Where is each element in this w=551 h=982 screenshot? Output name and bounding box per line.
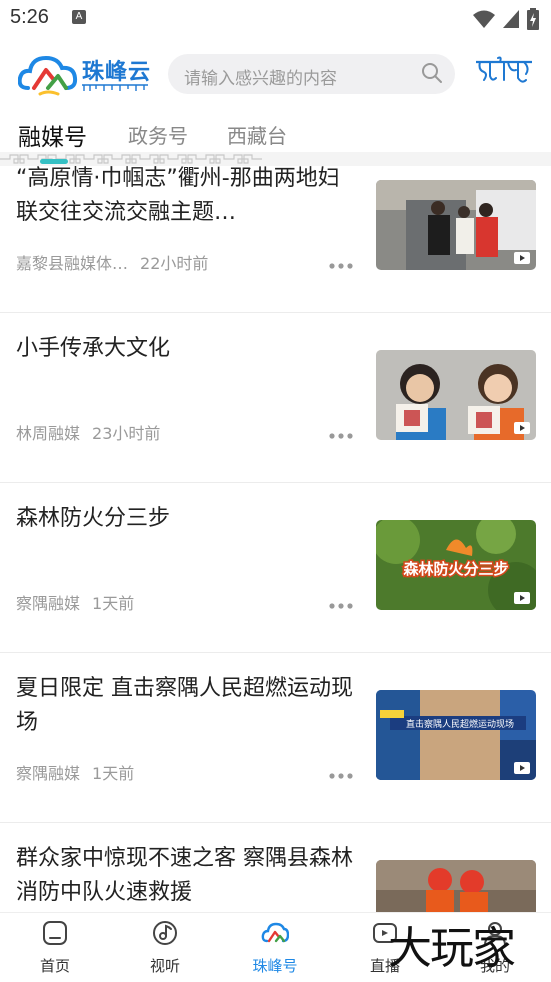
more-options-icon[interactable] xyxy=(328,262,354,270)
tibetan-language-toggle[interactable] xyxy=(474,54,534,90)
search-placeholder: 请输入感兴趣的内容 xyxy=(184,69,337,89)
watermark-text: 大玩家 xyxy=(388,923,516,974)
news-item[interactable]: 群众家中惊现不速之客 察隅县森林消防中队火速救援 xyxy=(0,822,551,912)
video-play-icon xyxy=(514,252,530,264)
news-title[interactable]: “高原情·巾帼志”衢州-那曲两地妇联交往交流交融主题… xyxy=(16,166,356,230)
video-play-icon xyxy=(514,592,530,604)
news-time: 1天前 xyxy=(92,594,135,613)
news-item[interactable]: 森林防火分三步 察隅融媒 1天前 森林防火分三步 xyxy=(0,482,551,653)
status-time: 5:26 xyxy=(10,6,49,28)
news-time: 22小时前 xyxy=(140,254,209,273)
news-source: 嘉黎县融媒体… xyxy=(16,254,129,273)
search-icon[interactable] xyxy=(421,62,443,84)
news-item[interactable]: “高原情·巾帼志”衢州-那曲两地妇联交往交流交融主题… 嘉黎县融媒体… 22小时前 xyxy=(0,166,551,313)
news-thumbnail[interactable]: 直击察隅人民超燃运动现场 xyxy=(376,690,536,780)
nav-zhufenghao[interactable]: 珠峰号 xyxy=(220,913,330,982)
news-thumbnail[interactable] xyxy=(376,180,536,270)
decorative-pattern-band xyxy=(0,152,551,166)
news-title[interactable]: 小手传承大文化 xyxy=(16,332,356,366)
video-play-icon xyxy=(514,422,530,434)
home-icon xyxy=(43,921,67,945)
news-title[interactable]: 夏日限定 直击察隅人民超燃运动现场 xyxy=(16,672,356,740)
thumbnail-image xyxy=(376,860,536,912)
more-options-icon[interactable] xyxy=(328,772,354,780)
nav-audiovisual[interactable]: 视听 xyxy=(110,913,220,982)
news-item[interactable]: 小手传承大文化 林周融媒 23小时前 xyxy=(0,312,551,483)
news-thumbnail[interactable] xyxy=(376,860,536,912)
status-icons xyxy=(473,8,539,30)
app-header: 珠峰云 请输入感兴趣的内容 xyxy=(0,38,551,110)
news-source: 林周融媒 xyxy=(16,424,81,443)
nav-label: 首页 xyxy=(39,957,70,975)
zhufengyun-logo-icon[interactable] xyxy=(18,50,78,98)
cloud-logo-icon xyxy=(261,922,289,943)
news-meta: 嘉黎县融媒体… 22小时前 xyxy=(16,250,208,274)
signal-icon xyxy=(503,10,519,28)
news-time: 1天前 xyxy=(92,764,135,783)
more-options-icon[interactable] xyxy=(328,432,354,440)
news-meta: 林周融媒 23小时前 xyxy=(16,420,160,444)
tab-zhengwuhao[interactable]: 政务号 xyxy=(128,120,188,149)
more-options-icon[interactable] xyxy=(328,602,354,610)
tab-rongmeihao[interactable]: 融媒号 xyxy=(18,118,87,152)
news-source: 察隅融媒 xyxy=(16,764,81,783)
news-source: 察隅融媒 xyxy=(16,594,81,613)
news-item[interactable]: 夏日限定 直击察隅人民超燃运动现场 察隅融媒 1天前 直击察隅人民超燃运动现场 xyxy=(0,652,551,823)
tibetan-subtitle-logo xyxy=(82,84,148,91)
news-thumbnail[interactable]: 森林防火分三步 xyxy=(376,520,536,610)
thumbnail-image xyxy=(376,180,536,270)
battery-icon xyxy=(527,8,539,30)
notification-a-icon: A xyxy=(72,10,86,24)
channel-tabs: 融媒号 政务号 西藏台 xyxy=(0,110,551,156)
news-thumbnail[interactable] xyxy=(376,350,536,440)
nav-home[interactable]: 首页 xyxy=(0,913,110,982)
news-feed[interactable]: “高原情·巾帼志”衢州-那曲两地妇联交往交流交融主题… 嘉黎县融媒体… 22小时前… xyxy=(0,166,551,912)
video-play-icon xyxy=(514,762,530,774)
news-title[interactable]: 群众家中惊现不速之客 察隅县森林消防中队火速救援 xyxy=(16,842,356,910)
music-note-icon xyxy=(153,921,177,945)
news-title[interactable]: 森林防火分三步 xyxy=(16,502,356,536)
active-tab-indicator xyxy=(40,159,68,164)
thumbnail-overlay-text: 森林防火分三步 xyxy=(403,560,508,578)
nav-label: 珠峰号 xyxy=(252,957,298,975)
news-meta: 察隅融媒 1天前 xyxy=(16,590,134,614)
thumbnail-image: 直击察隅人民超燃运动现场 xyxy=(376,690,536,780)
wifi-icon xyxy=(473,10,495,28)
thumbnail-image: 森林防火分三步 xyxy=(376,520,536,610)
tab-xizangtai[interactable]: 西藏台 xyxy=(227,120,287,149)
status-bar: 5:26 A xyxy=(0,0,551,38)
thumbnail-image xyxy=(376,350,536,440)
news-meta: 察隅融媒 1天前 xyxy=(16,760,134,784)
thumbnail-overlay-text: 直击察隅人民超燃运动现场 xyxy=(406,718,514,730)
news-time: 23小时前 xyxy=(92,424,161,443)
nav-label: 视听 xyxy=(149,957,180,975)
search-input[interactable]: 请输入感兴趣的内容 xyxy=(168,54,455,94)
